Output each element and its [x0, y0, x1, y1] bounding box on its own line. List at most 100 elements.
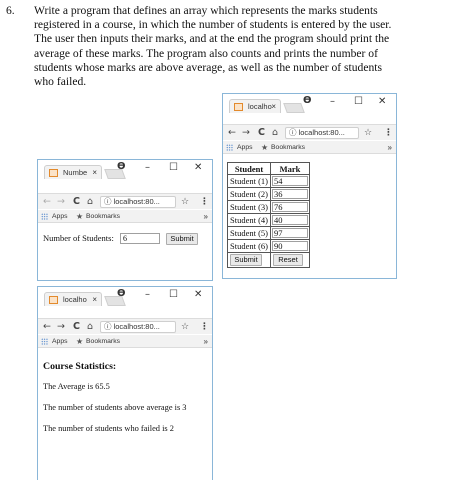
forward-icon[interactable]: →: [57, 321, 65, 333]
back-icon[interactable]: ←: [43, 321, 51, 333]
page-favicon-icon: [49, 169, 58, 177]
home-icon[interactable]: ⌂: [87, 321, 93, 333]
question-text: Write a program that defines an array wh…: [34, 4, 466, 89]
bookmarks-star-icon: ★: [76, 212, 84, 221]
mark-input[interactable]: 36: [272, 189, 309, 199]
maximize-icon[interactable]: ☐: [354, 96, 363, 108]
home-icon[interactable]: ⌂: [87, 196, 93, 208]
menu-icon[interactable]: ⋮: [200, 321, 209, 333]
minimize-icon[interactable]: –: [145, 162, 150, 174]
browser-toolbar: ← → C ⌂ ⓘ localhost:80... ☆ ⋮: [38, 318, 212, 334]
maximize-icon[interactable]: ☐: [169, 162, 178, 174]
info-icon: ⓘ: [104, 197, 112, 206]
table-row: Student (5) 97: [226, 226, 311, 240]
question-line: average of these marks. The program also…: [34, 46, 378, 60]
page-favicon-icon: [234, 103, 243, 111]
close-icon[interactable]: ✕: [378, 96, 386, 108]
reload-icon[interactable]: C: [73, 321, 80, 333]
apps-icon[interactable]: [41, 213, 48, 220]
student-cell: Student (4): [226, 213, 272, 227]
forward-icon[interactable]: →: [57, 196, 65, 208]
menu-icon[interactable]: ⋮: [384, 127, 393, 139]
bookmark-star-icon[interactable]: ☆: [181, 196, 189, 208]
home-icon[interactable]: ⌂: [272, 127, 278, 139]
failed-text: The number of students who failed is 2: [43, 424, 174, 433]
mark-input[interactable]: 40: [272, 215, 309, 225]
mark-cell: 40: [270, 213, 311, 227]
mark-input[interactable]: 76: [272, 202, 309, 212]
apps-label[interactable]: Apps: [52, 210, 68, 223]
bookmarks-label[interactable]: Bookmarks: [86, 210, 120, 223]
minimize-icon[interactable]: –: [145, 289, 150, 301]
bookmarks-star-icon: ★: [261, 143, 269, 152]
back-icon[interactable]: ←: [43, 196, 51, 208]
chevron-icon[interactable]: »: [204, 335, 208, 348]
address-bar[interactable]: ⓘ localhost:80...: [100, 196, 176, 208]
address-bar[interactable]: ⓘ localhost:80...: [100, 321, 176, 333]
mark-cell: 36: [270, 187, 311, 201]
profile-icon[interactable]: ϴ: [303, 95, 312, 107]
info-icon: ⓘ: [289, 128, 297, 137]
address-bar[interactable]: ⓘ localhost:80...: [285, 127, 359, 139]
submit-button[interactable]: Submit: [166, 233, 198, 245]
bookmark-star-icon[interactable]: ☆: [364, 127, 372, 139]
bookmarks-bar: Apps ★ Bookmarks »: [223, 141, 396, 154]
info-icon: ⓘ: [104, 322, 112, 331]
browser-window-form: Numbe × ϴ – ☐ ✕ ← → C ⌂ ⓘ localhost:80..…: [37, 159, 213, 281]
forward-icon[interactable]: →: [242, 127, 250, 139]
reload-icon[interactable]: C: [73, 196, 80, 208]
mark-input[interactable]: 54: [272, 176, 309, 186]
student-cell: Student (6): [226, 239, 272, 253]
url-text: localhost:80...: [113, 322, 160, 331]
apps-icon[interactable]: [41, 338, 48, 345]
question-line: registered in a course, in which the num…: [34, 18, 392, 32]
table-row-buttons: Submit Reset: [226, 252, 311, 268]
url-text: localhost:80...: [113, 197, 160, 206]
apps-label[interactable]: Apps: [237, 141, 253, 154]
tab-title: Numbe: [63, 168, 88, 177]
bookmarks-label[interactable]: Bookmarks: [271, 141, 305, 154]
apps-icon[interactable]: [226, 144, 233, 151]
submit-button[interactable]: Submit: [230, 254, 262, 266]
apps-label[interactable]: Apps: [52, 335, 68, 348]
mark-cell: 90: [270, 239, 311, 253]
tab-close-icon[interactable]: ×: [92, 293, 97, 306]
back-icon[interactable]: ←: [228, 127, 236, 139]
browser-window-stats: localho × ϴ – ☐ ✕ ← → C ⌂ ⓘ localhost:80…: [37, 286, 213, 480]
browser-tab[interactable]: localho ×: [44, 292, 102, 306]
tab-close-icon[interactable]: ×: [271, 100, 276, 113]
students-count-input[interactable]: 6: [120, 233, 160, 244]
reset-button[interactable]: Reset: [273, 254, 304, 266]
table-row: Student (6) 90: [226, 239, 311, 253]
menu-icon[interactable]: ⋮: [200, 196, 209, 208]
browser-tab[interactable]: localho ×: [229, 99, 281, 113]
table-row: Student (3) 76: [226, 200, 311, 214]
chevron-icon[interactable]: »: [388, 141, 392, 154]
bookmarks-star-icon: ★: [76, 337, 84, 346]
minimize-icon[interactable]: –: [330, 96, 335, 108]
browser-tab[interactable]: Numbe ×: [44, 165, 102, 179]
profile-icon[interactable]: ϴ: [117, 161, 126, 173]
close-icon[interactable]: ✕: [194, 289, 202, 301]
bookmarks-bar: Apps ★ Bookmarks »: [38, 335, 212, 348]
bookmark-star-icon[interactable]: ☆: [181, 321, 189, 333]
bookmarks-label[interactable]: Bookmarks: [86, 335, 120, 348]
close-icon[interactable]: ✕: [194, 162, 202, 174]
title-bar: Numbe × ϴ – ☐ ✕: [38, 160, 212, 179]
table-row: Student (2) 36: [226, 187, 311, 201]
maximize-icon[interactable]: ☐: [169, 289, 178, 301]
profile-icon[interactable]: ϴ: [117, 288, 126, 300]
new-tab-button[interactable]: [283, 103, 305, 113]
reload-icon[interactable]: C: [258, 127, 265, 139]
mark-input[interactable]: 97: [272, 228, 309, 238]
chevron-icon[interactable]: »: [204, 210, 208, 223]
page-content: Course Statistics: The Average is 65.5 T…: [38, 349, 212, 479]
submit-cell: Submit: [226, 252, 272, 268]
student-cell: Student (2): [226, 187, 272, 201]
average-text: The Average is 65.5: [43, 382, 110, 391]
above-average-text: The number of students above average is …: [43, 403, 187, 412]
tab-close-icon[interactable]: ×: [92, 166, 97, 179]
table-row: Student (1) 54: [226, 174, 311, 188]
marks-table: Student Mark Student (1) 54 Student (2) …: [226, 162, 311, 268]
mark-input[interactable]: 90: [272, 241, 309, 251]
